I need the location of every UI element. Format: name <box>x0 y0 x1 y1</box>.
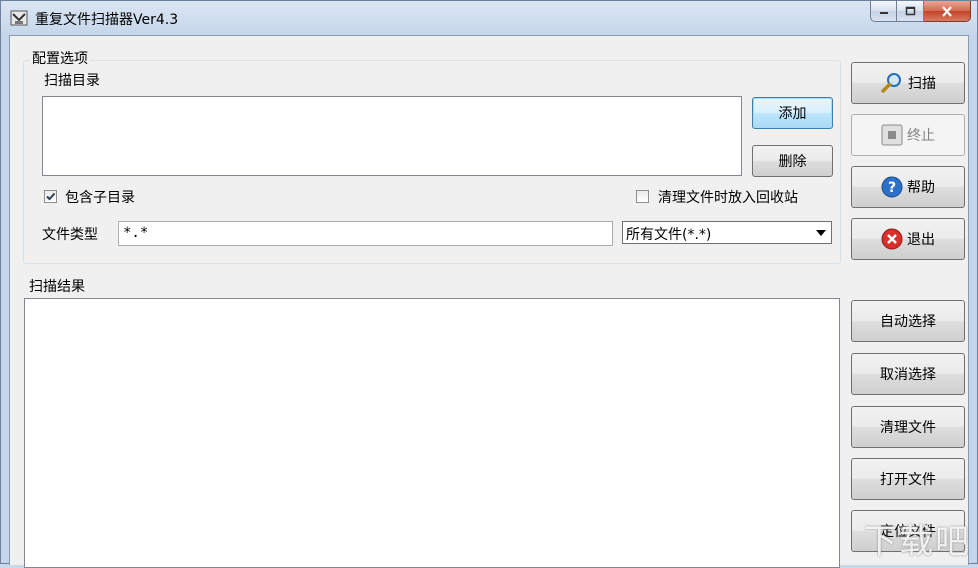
help-button-label: 帮助 <box>907 180 935 196</box>
maximize-icon <box>905 6 915 16</box>
stop-button[interactable]: 终止 <box>851 114 965 156</box>
client-area: 配置选项 扫描目录 添加 删除 包含子目录 清理文件时放入回收站 文件类型 *.… <box>9 35 969 568</box>
config-group-label: 配置选项 <box>30 48 90 68</box>
title-bar[interactable]: 重复文件扫描器Ver4.3 <box>1 1 977 35</box>
minimize-button[interactable] <box>870 1 897 22</box>
recycle-checkbox[interactable] <box>636 190 649 203</box>
scan-dir-list[interactable] <box>42 96 742 176</box>
window-title: 重复文件扫描器Ver4.3 <box>35 12 179 28</box>
delete-button-label: 删除 <box>778 154 807 170</box>
chevron-down-icon <box>816 230 826 236</box>
checkmark-icon <box>46 192 56 201</box>
file-type-select-value: 所有文件(*.*) <box>626 227 712 243</box>
exit-icon <box>881 228 903 250</box>
cancel-select-button[interactable]: 取消选择 <box>851 353 965 395</box>
results-list[interactable] <box>24 298 840 568</box>
delete-button[interactable]: 删除 <box>752 145 833 177</box>
add-button-label: 添加 <box>778 106 807 122</box>
close-icon <box>942 5 952 17</box>
clean-files-button[interactable]: 清理文件 <box>851 406 965 448</box>
app-window: 重复文件扫描器Ver4.3 配置选项 扫描目录 添加 删除 包含子目录 清理文件… <box>0 0 978 568</box>
add-button[interactable]: 添加 <box>752 97 833 129</box>
close-window-button[interactable] <box>924 1 971 22</box>
open-file-button-label: 打开文件 <box>880 472 936 488</box>
include-subdirs-label: 包含子目录 <box>65 187 135 207</box>
include-subdirs-checkbox[interactable] <box>44 190 57 203</box>
exit-button[interactable]: 退出 <box>851 218 965 260</box>
results-label: 扫描结果 <box>29 276 85 296</box>
maximize-button[interactable] <box>897 1 924 22</box>
open-file-button[interactable]: 打开文件 <box>851 458 965 500</box>
auto-select-button-label: 自动选择 <box>880 314 936 330</box>
scan-button[interactable]: 扫描 <box>851 62 965 104</box>
scan-dir-label: 扫描目录 <box>44 70 100 90</box>
file-type-select[interactable]: 所有文件(*.*) <box>622 221 832 244</box>
watermark-logo: 下载吧 <box>863 522 971 562</box>
scan-button-label: 扫描 <box>908 76 936 92</box>
magnifier-icon <box>880 71 904 95</box>
stop-button-label: 终止 <box>907 128 935 144</box>
help-button[interactable]: ? 帮助 <box>851 166 965 208</box>
file-type-label: 文件类型 <box>42 224 98 244</box>
help-icon: ? <box>881 176 903 198</box>
auto-select-button[interactable]: 自动选择 <box>851 300 965 342</box>
minimize-icon <box>879 12 888 14</box>
stop-icon <box>881 124 903 146</box>
exit-button-label: 退出 <box>907 232 935 248</box>
cancel-select-button-label: 取消选择 <box>880 367 936 383</box>
svg-text:?: ? <box>888 180 896 196</box>
clean-files-button-label: 清理文件 <box>880 420 936 436</box>
recycle-label: 清理文件时放入回收站 <box>658 187 798 207</box>
app-icon <box>10 10 28 26</box>
file-type-input[interactable]: *.* <box>118 221 613 246</box>
